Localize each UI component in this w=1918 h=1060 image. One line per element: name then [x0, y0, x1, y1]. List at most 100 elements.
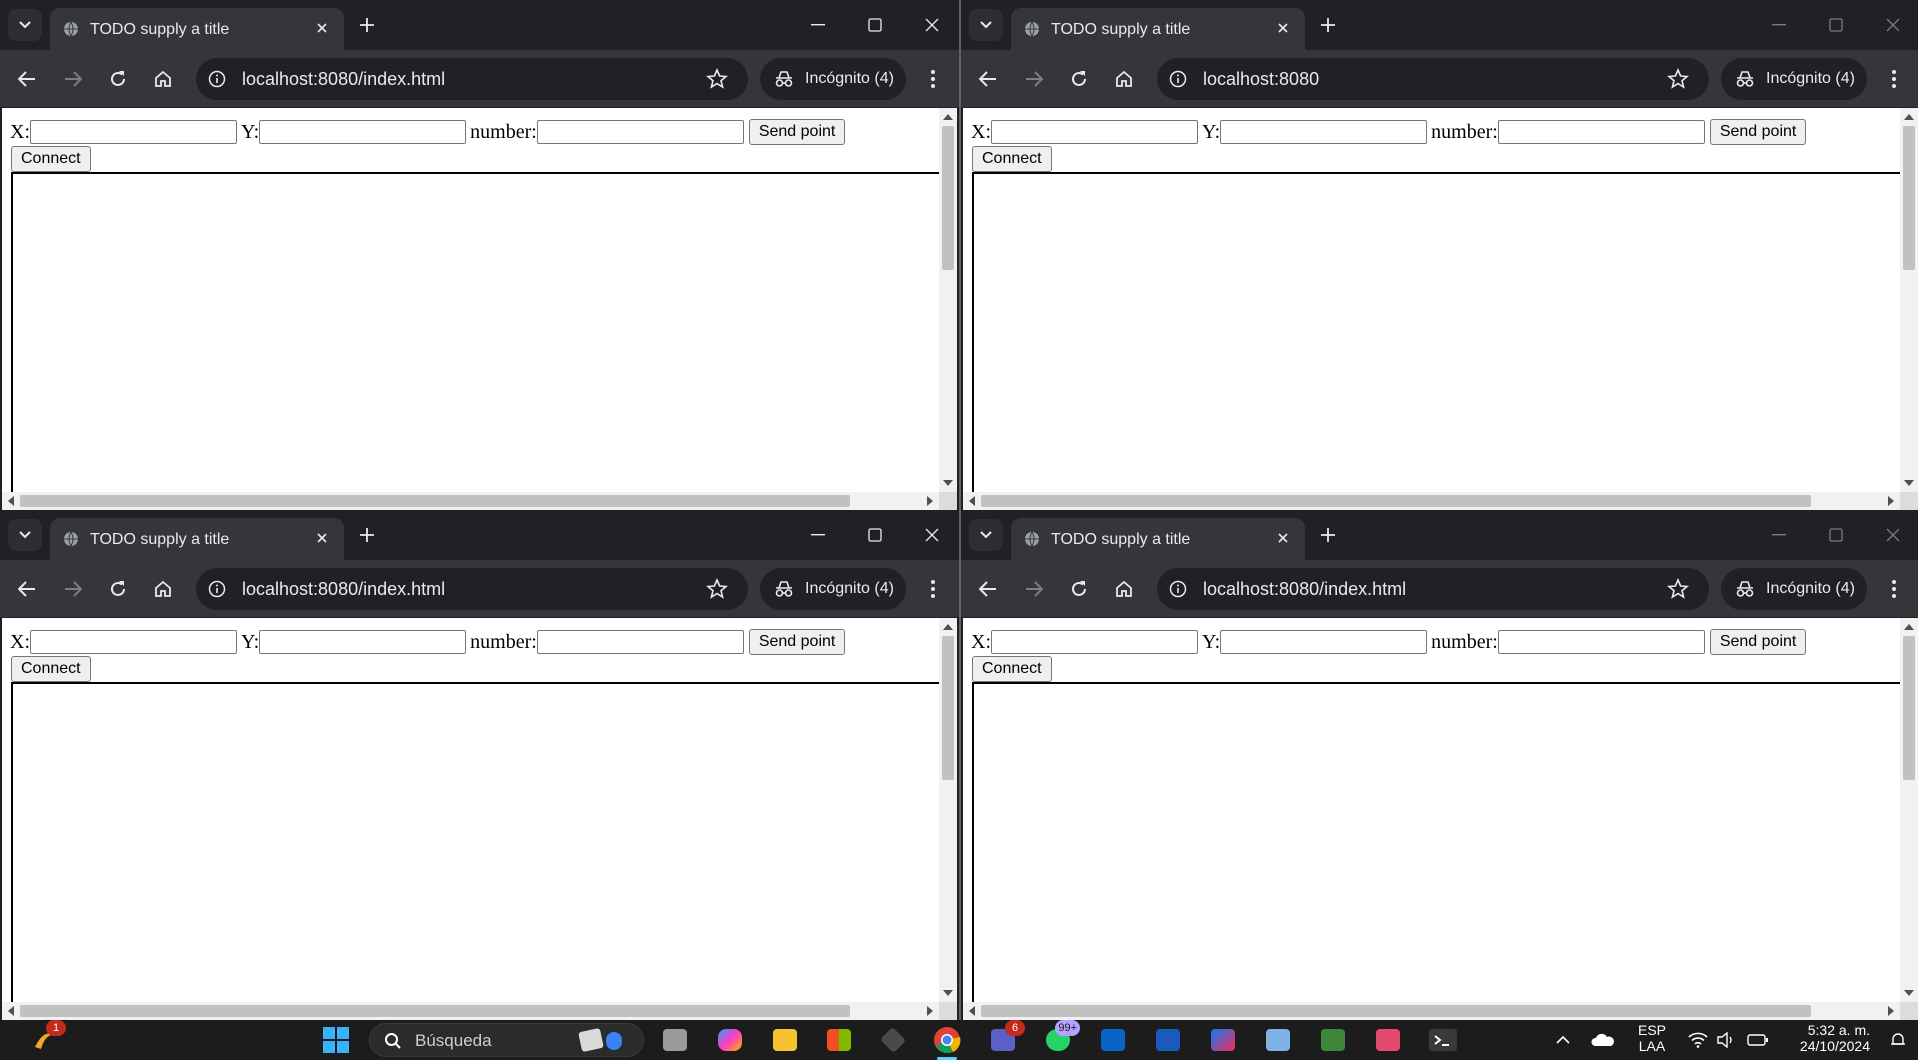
whatsapp-icon[interactable]: 99+	[1040, 1020, 1080, 1058]
scroll-left-arrow-icon[interactable]	[8, 1006, 14, 1016]
x-input[interactable]	[991, 120, 1198, 144]
address-bar[interactable]: localhost:8080/index.html	[1157, 568, 1709, 610]
site-info-button[interactable]	[205, 67, 229, 91]
scroll-right-arrow-icon[interactable]	[1888, 496, 1894, 506]
drawing-canvas[interactable]	[11, 172, 939, 492]
horizontal-scroll-thumb[interactable]	[20, 1005, 850, 1017]
new-tab-button[interactable]	[1315, 522, 1341, 548]
taskbar-search-box[interactable]: Búsqueda	[369, 1023, 644, 1057]
nodejs-icon[interactable]	[1315, 1022, 1351, 1058]
y-input[interactable]	[259, 120, 467, 144]
language-indicator[interactable]: ESP LAA	[1638, 1022, 1666, 1054]
scroll-up-arrow-icon[interactable]	[1904, 114, 1914, 120]
copilot-icon[interactable]	[712, 1022, 748, 1058]
scroll-right-arrow-icon[interactable]	[1888, 1006, 1894, 1016]
close-window-button[interactable]	[1873, 8, 1913, 42]
tab[interactable]: TODO supply a title	[50, 8, 344, 50]
browser-menu-button[interactable]	[916, 572, 950, 606]
connect-button[interactable]: Connect	[972, 656, 1052, 682]
x-input[interactable]	[30, 120, 237, 144]
chrome-icon[interactable]	[929, 1022, 965, 1058]
scroll-up-arrow-icon[interactable]	[943, 114, 953, 120]
tab-search-button[interactable]	[969, 9, 1003, 41]
tab-search-button[interactable]	[8, 9, 42, 41]
back-button[interactable]	[10, 572, 44, 606]
tab[interactable]: TODO supply a title	[1011, 8, 1305, 50]
tab-search-button[interactable]	[969, 519, 1003, 551]
minimize-button[interactable]	[1759, 8, 1799, 42]
browser-menu-button[interactable]	[916, 62, 950, 96]
incognito-button[interactable]: Incógnito (4)	[760, 568, 906, 610]
reload-button[interactable]	[101, 62, 135, 96]
forward-button[interactable]	[56, 572, 90, 606]
reload-button[interactable]	[1062, 62, 1096, 96]
new-tab-button[interactable]	[1315, 12, 1341, 38]
scroll-down-arrow-icon[interactable]	[1904, 480, 1914, 486]
store-icon[interactable]	[821, 1022, 857, 1058]
horizontal-scrollbar[interactable]	[963, 492, 1900, 510]
home-button[interactable]	[1107, 572, 1141, 606]
send-point-button[interactable]: Send point	[748, 629, 846, 655]
vertical-scroll-thumb[interactable]	[942, 636, 954, 780]
clock[interactable]: 5:32 a. m. 24/10/2024	[1780, 1022, 1870, 1054]
tab-close-button[interactable]	[1273, 528, 1293, 548]
number-input[interactable]	[1497, 630, 1705, 654]
send-point-button[interactable]: Send point	[1709, 629, 1807, 655]
task-view-icon[interactable]	[657, 1022, 693, 1058]
home-button[interactable]	[146, 572, 180, 606]
back-button[interactable]	[971, 572, 1005, 606]
back-button[interactable]	[971, 62, 1005, 96]
connect-button[interactable]: Connect	[11, 656, 91, 682]
send-point-button[interactable]: Send point	[1709, 119, 1807, 145]
scroll-up-arrow-icon[interactable]	[943, 624, 953, 630]
reload-button[interactable]	[1062, 572, 1096, 606]
number-input[interactable]	[536, 630, 744, 654]
connect-button[interactable]: Connect	[11, 146, 91, 172]
tab-close-button[interactable]	[312, 528, 332, 548]
site-info-button[interactable]	[1166, 67, 1190, 91]
vertical-scrollbar[interactable]	[1900, 108, 1918, 492]
back-button[interactable]	[10, 62, 44, 96]
connect-button[interactable]: Connect	[972, 146, 1052, 172]
star-icon[interactable]	[706, 578, 728, 600]
vertical-scrollbar[interactable]	[939, 108, 957, 492]
star-icon[interactable]	[1667, 68, 1689, 90]
drawing-canvas[interactable]	[11, 682, 939, 1002]
notifications-icon[interactable]	[1880, 1022, 1916, 1058]
word-icon[interactable]	[1150, 1022, 1186, 1058]
star-icon[interactable]	[706, 68, 728, 90]
vertical-scrollbar[interactable]	[1900, 618, 1918, 1002]
tab-search-button[interactable]	[8, 519, 42, 551]
horizontal-scroll-thumb[interactable]	[981, 1005, 1811, 1017]
forward-button[interactable]	[1017, 62, 1051, 96]
game-app-icon[interactable]: 1	[26, 1020, 66, 1058]
scroll-right-arrow-icon[interactable]	[927, 1006, 933, 1016]
incognito-button[interactable]: Incógnito (4)	[1721, 58, 1867, 100]
vertical-scroll-thumb[interactable]	[1903, 126, 1915, 270]
vertical-scroll-thumb[interactable]	[942, 126, 954, 270]
address-bar[interactable]: localhost:8080/index.html	[196, 568, 748, 610]
tab[interactable]: TODO supply a title	[1011, 518, 1305, 560]
horizontal-scrollbar[interactable]	[2, 492, 939, 510]
home-button[interactable]	[146, 62, 180, 96]
close-window-button[interactable]	[912, 8, 952, 42]
scroll-down-arrow-icon[interactable]	[1904, 990, 1914, 996]
file-explorer-icon[interactable]	[767, 1022, 803, 1058]
intellij-icon[interactable]	[1205, 1022, 1241, 1058]
x-input[interactable]	[30, 630, 237, 654]
volume-icon[interactable]	[1708, 1022, 1744, 1058]
y-input[interactable]	[259, 630, 467, 654]
horizontal-scroll-thumb[interactable]	[20, 495, 850, 507]
horizontal-scrollbar[interactable]	[2, 1002, 939, 1020]
send-point-button[interactable]: Send point	[748, 119, 846, 145]
maximize-button[interactable]	[1816, 518, 1856, 552]
y-input[interactable]	[1220, 630, 1428, 654]
tab-close-button[interactable]	[1273, 18, 1293, 38]
close-window-button[interactable]	[1873, 518, 1913, 552]
drawing-canvas[interactable]	[972, 172, 1900, 492]
battery-icon[interactable]	[1740, 1022, 1776, 1058]
home-button[interactable]	[1107, 62, 1141, 96]
new-tab-button[interactable]	[354, 522, 380, 548]
scroll-down-arrow-icon[interactable]	[943, 990, 953, 996]
outlook-icon[interactable]	[1095, 1022, 1131, 1058]
